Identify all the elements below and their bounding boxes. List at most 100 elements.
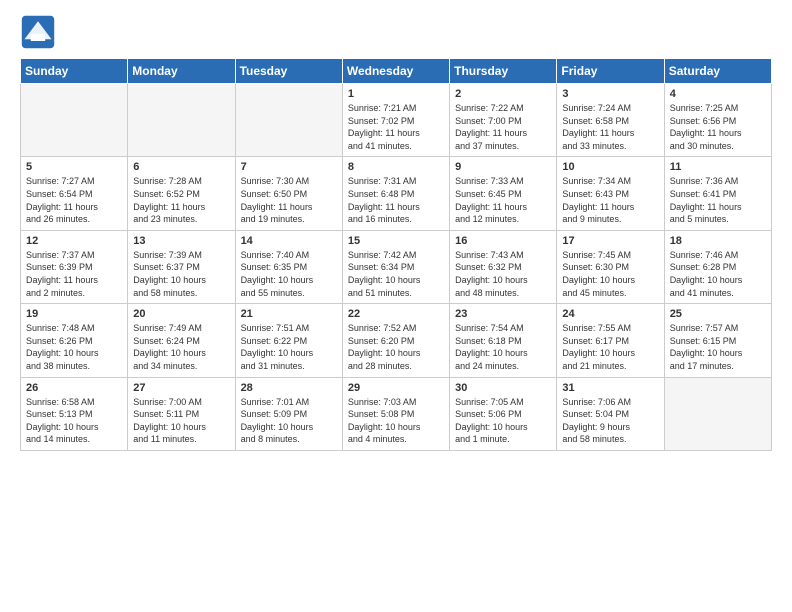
cell-info: Sunrise: 7:37 AMSunset: 6:39 PMDaylight:… (26, 249, 122, 299)
day-number: 17 (562, 235, 658, 247)
day-number: 24 (562, 308, 658, 320)
calendar-cell: 17 Sunrise: 7:45 AMSunset: 6:30 PMDayligh… (557, 230, 664, 303)
day-number: 31 (562, 382, 658, 394)
day-number: 14 (241, 235, 337, 247)
calendar-cell: 15 Sunrise: 7:42 AMSunset: 6:34 PMDayligh… (342, 230, 449, 303)
calendar-header-row: SundayMondayTuesdayWednesdayThursdayFrid… (21, 59, 772, 84)
cell-info: Sunrise: 7:42 AMSunset: 6:34 PMDaylight:… (348, 249, 444, 299)
cell-info: Sunrise: 7:49 AMSunset: 6:24 PMDaylight:… (133, 322, 229, 372)
calendar-cell: 28 Sunrise: 7:01 AMSunset: 5:09 PMDayligh… (235, 377, 342, 450)
logo-icon (20, 14, 56, 50)
page: SundayMondayTuesdayWednesdayThursdayFrid… (0, 0, 792, 612)
calendar-cell: 11 Sunrise: 7:36 AMSunset: 6:41 PMDayligh… (664, 157, 771, 230)
calendar-cell (664, 377, 771, 450)
calendar-cell: 18 Sunrise: 7:46 AMSunset: 6:28 PMDayligh… (664, 230, 771, 303)
calendar-cell: 20 Sunrise: 7:49 AMSunset: 6:24 PMDayligh… (128, 304, 235, 377)
cell-info: Sunrise: 7:48 AMSunset: 6:26 PMDaylight:… (26, 322, 122, 372)
cell-info: Sunrise: 7:36 AMSunset: 6:41 PMDaylight:… (670, 175, 766, 225)
calendar-cell: 14Sunrise: 7:40 AMSunset: 6:35 PMDayligh… (235, 230, 342, 303)
cell-info: Sunrise: 7:52 AMSunset: 6:20 PMDaylight:… (348, 322, 444, 372)
cell-info: Sunrise: 6:58 AMSunset: 5:13 PMDaylight:… (26, 396, 122, 446)
day-number: 11 (670, 161, 766, 173)
calendar-cell: 26 Sunrise: 6:58 AMSunset: 5:13 PMDayligh… (21, 377, 128, 450)
cell-info: Sunrise: 7:28 AMSunset: 6:52 PMDaylight:… (133, 175, 229, 225)
day-number: 20 (133, 308, 229, 320)
calendar-cell: 31 Sunrise: 7:06 AMSunset: 5:04 PMDayligh… (557, 377, 664, 450)
day-number: 10 (562, 161, 658, 173)
cell-info: Sunrise: 7:05 AMSunset: 5:06 PMDaylight:… (455, 396, 551, 446)
calendar-week-2: 5 Sunrise: 7:27 AMSunset: 6:54 PMDaylight… (21, 157, 772, 230)
cell-info: Sunrise: 7:34 AMSunset: 6:43 PMDaylight:… (562, 175, 658, 225)
calendar-cell: 21 Sunrise: 7:51 AMSunset: 6:22 PMDayligh… (235, 304, 342, 377)
cell-info: Sunrise: 7:03 AMSunset: 5:08 PMDaylight:… (348, 396, 444, 446)
calendar-cell: 22 Sunrise: 7:52 AMSunset: 6:20 PMDayligh… (342, 304, 449, 377)
calendar-cell: 8Sunrise: 7:31 AMSunset: 6:48 PMDaylight… (342, 157, 449, 230)
calendar-table: SundayMondayTuesdayWednesdayThursdayFrid… (20, 58, 772, 451)
day-number: 22 (348, 308, 444, 320)
day-header-saturday: Saturday (664, 59, 771, 84)
cell-info: Sunrise: 7:30 AMSunset: 6:50 PMDaylight:… (241, 175, 337, 225)
cell-info: Sunrise: 7:54 AMSunset: 6:18 PMDaylight:… (455, 322, 551, 372)
day-number: 21 (241, 308, 337, 320)
cell-info: Sunrise: 7:46 AMSunset: 6:28 PMDaylight:… (670, 249, 766, 299)
day-number: 12 (26, 235, 122, 247)
calendar-cell: 25Sunrise: 7:57 AMSunset: 6:15 PMDayligh… (664, 304, 771, 377)
header (0, 0, 792, 58)
day-number: 18 (670, 235, 766, 247)
day-number: 26 (26, 382, 122, 394)
day-number: 19 (26, 308, 122, 320)
logo (20, 14, 62, 50)
day-number: 3 (562, 88, 658, 100)
calendar-week-3: 12 Sunrise: 7:37 AMSunset: 6:39 PMDayligh… (21, 230, 772, 303)
day-header-friday: Friday (557, 59, 664, 84)
day-number: 9 (455, 161, 551, 173)
cell-info: Sunrise: 7:31 AMSunset: 6:48 PMDaylight:… (348, 175, 444, 225)
day-header-wednesday: Wednesday (342, 59, 449, 84)
cell-info: Sunrise: 7:33 AMSunset: 6:45 PMDaylight:… (455, 175, 551, 225)
day-number: 6 (133, 161, 229, 173)
calendar-week-5: 26 Sunrise: 6:58 AMSunset: 5:13 PMDayligh… (21, 377, 772, 450)
day-header-sunday: Sunday (21, 59, 128, 84)
day-header-monday: Monday (128, 59, 235, 84)
cell-info: Sunrise: 7:51 AMSunset: 6:22 PMDaylight:… (241, 322, 337, 372)
calendar-cell: 5 Sunrise: 7:27 AMSunset: 6:54 PMDaylight… (21, 157, 128, 230)
calendar-cell: 1Sunrise: 7:21 AMSunset: 7:02 PMDaylight… (342, 84, 449, 157)
day-header-thursday: Thursday (450, 59, 557, 84)
cell-info: Sunrise: 7:27 AMSunset: 6:54 PMDaylight:… (26, 175, 122, 225)
calendar-cell: 4 Sunrise: 7:25 AMSunset: 6:56 PMDaylight… (664, 84, 771, 157)
day-number: 15 (348, 235, 444, 247)
cell-info: Sunrise: 7:43 AMSunset: 6:32 PMDaylight:… (455, 249, 551, 299)
cell-info: Sunrise: 7:01 AMSunset: 5:09 PMDaylight:… (241, 396, 337, 446)
calendar-cell: 23Sunrise: 7:54 AMSunset: 6:18 PMDayligh… (450, 304, 557, 377)
calendar-cell (128, 84, 235, 157)
calendar-cell (235, 84, 342, 157)
day-number: 16 (455, 235, 551, 247)
calendar-cell: 30Sunrise: 7:05 AMSunset: 5:06 PMDayligh… (450, 377, 557, 450)
cell-info: Sunrise: 7:55 AMSunset: 6:17 PMDaylight:… (562, 322, 658, 372)
calendar-cell: 29 Sunrise: 7:03 AMSunset: 5:08 PMDayligh… (342, 377, 449, 450)
cell-info: Sunrise: 7:06 AMSunset: 5:04 PMDaylight:… (562, 396, 658, 446)
calendar-cell: 9 Sunrise: 7:33 AMSunset: 6:45 PMDaylight… (450, 157, 557, 230)
cell-info: Sunrise: 7:45 AMSunset: 6:30 PMDaylight:… (562, 249, 658, 299)
cell-info: Sunrise: 7:00 AMSunset: 5:11 PMDaylight:… (133, 396, 229, 446)
calendar-cell: 13Sunrise: 7:39 AMSunset: 6:37 PMDayligh… (128, 230, 235, 303)
cell-info: Sunrise: 7:25 AMSunset: 6:56 PMDaylight:… (670, 102, 766, 152)
day-number: 1 (348, 88, 444, 100)
calendar-cell: 7 Sunrise: 7:30 AMSunset: 6:50 PMDaylight… (235, 157, 342, 230)
cell-info: Sunrise: 7:39 AMSunset: 6:37 PMDaylight:… (133, 249, 229, 299)
calendar-cell: 12 Sunrise: 7:37 AMSunset: 6:39 PMDayligh… (21, 230, 128, 303)
day-number: 28 (241, 382, 337, 394)
day-number: 29 (348, 382, 444, 394)
calendar-cell: 10 Sunrise: 7:34 AMSunset: 6:43 PMDayligh… (557, 157, 664, 230)
day-number: 2 (455, 88, 551, 100)
calendar-cell: 16 Sunrise: 7:43 AMSunset: 6:32 PMDayligh… (450, 230, 557, 303)
calendar-cell: 19 Sunrise: 7:48 AMSunset: 6:26 PMDayligh… (21, 304, 128, 377)
calendar-cell: 27 Sunrise: 7:00 AMSunset: 5:11 PMDayligh… (128, 377, 235, 450)
calendar-cell: 24 Sunrise: 7:55 AMSunset: 6:17 PMDayligh… (557, 304, 664, 377)
day-number: 4 (670, 88, 766, 100)
day-number: 27 (133, 382, 229, 394)
day-number: 5 (26, 161, 122, 173)
cell-info: Sunrise: 7:57 AMSunset: 6:15 PMDaylight:… (670, 322, 766, 372)
day-number: 7 (241, 161, 337, 173)
calendar-cell: 6 Sunrise: 7:28 AMSunset: 6:52 PMDaylight… (128, 157, 235, 230)
